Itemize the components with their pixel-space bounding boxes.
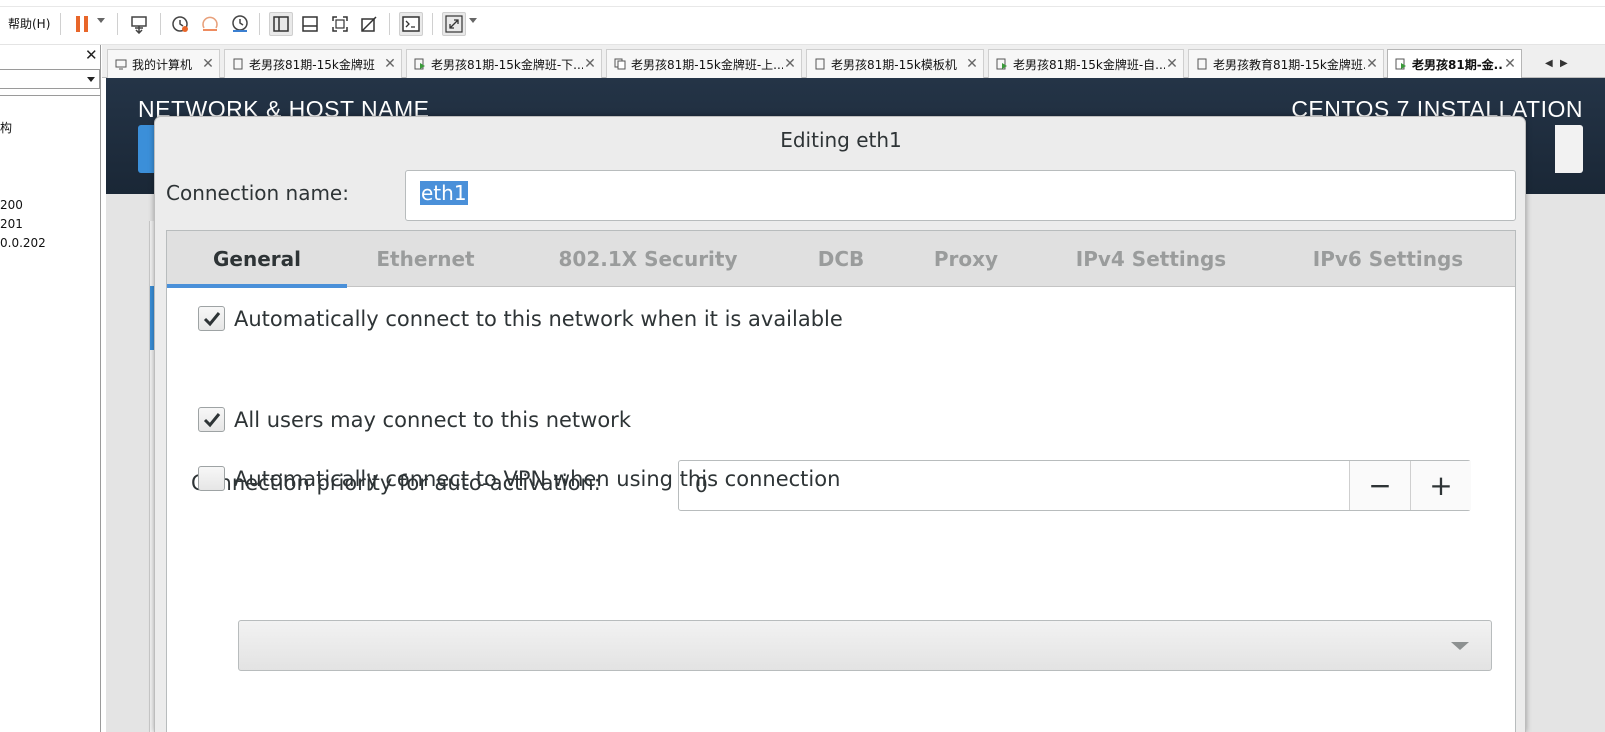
library-filter-combo[interactable] <box>0 69 100 89</box>
toolbar-separator <box>117 13 118 35</box>
close-tab-icon[interactable]: ✕ <box>201 56 215 72</box>
vm-tab-strip: 我的计算机 ✕ 老男孩81期-15k金牌班 ✕ 老男孩81期-15k金牌班-下.… <box>102 45 1605 78</box>
vpn-checkbox[interactable] <box>198 466 225 491</box>
revert-snapshot-icon[interactable] <box>198 12 222 36</box>
computer-icon <box>115 58 127 70</box>
toolbar-separator <box>259 13 260 35</box>
tab-general[interactable]: General <box>167 231 347 288</box>
stretch-guest-icon[interactable] <box>442 12 466 36</box>
auto-connect-checkbox[interactable] <box>198 306 225 331</box>
full-screen-icon[interactable] <box>328 12 352 36</box>
tab-my-computer[interactable]: 我的计算机 ✕ <box>107 49 220 78</box>
chevron-down-icon <box>1451 642 1469 650</box>
vm-running-icon <box>1395 58 1407 70</box>
toolbar-separator <box>60 13 61 35</box>
connection-name-value: eth1 <box>420 181 468 205</box>
console-view-icon[interactable] <box>399 12 423 36</box>
show-library-icon[interactable] <box>269 12 293 36</box>
tab-label: 老男孩81期-15k金牌班-下... <box>431 57 583 72</box>
tab-ethernet[interactable]: Ethernet <box>347 231 504 287</box>
tab-8021x-security[interactable]: 802.1X Security <box>504 231 792 287</box>
close-tab-icon[interactable]: ✕ <box>1503 56 1517 72</box>
checkmark-icon <box>203 412 220 427</box>
power-dropdown-caret-icon[interactable] <box>97 18 105 23</box>
vm-clone-icon <box>614 58 626 70</box>
close-tab-icon[interactable]: ✕ <box>1165 56 1179 72</box>
close-tab-icon[interactable]: ✕ <box>965 56 979 72</box>
snapshot-manager-icon[interactable] <box>228 12 252 36</box>
library-panel: ✕ 构 200 201 0.0.202 <box>0 45 101 732</box>
tab-label: 老男孩81期-15k金牌班-自... <box>1013 57 1165 72</box>
increment-button[interactable]: + <box>1410 461 1471 510</box>
keyboard-layout-button[interactable] <box>1555 125 1583 173</box>
dialog-title: Editing eth1 <box>780 128 902 152</box>
tree-item[interactable]: 200 <box>0 198 23 212</box>
vm-icon <box>232 58 244 70</box>
close-library-icon[interactable]: ✕ <box>85 47 98 63</box>
tab-ipv4-settings[interactable]: IPv4 Settings <box>1042 231 1260 287</box>
tab-label: 我的计算机 <box>132 57 193 72</box>
close-tab-icon[interactable]: ✕ <box>1365 56 1379 72</box>
help-menu[interactable]: 帮助(H) <box>8 15 50 32</box>
close-tab-icon[interactable]: ✕ <box>383 56 397 72</box>
tab-label: 老男孩81期-15k金牌班-上... <box>631 57 783 72</box>
tab-vm[interactable]: 老男孩81期-15k模板机 ✕ <box>806 49 984 78</box>
connection-name-input[interactable]: eth1 <box>405 170 1516 221</box>
snapshot-icon[interactable] <box>168 12 192 36</box>
tab-vm[interactable]: 老男孩81期-15k金牌班-上... ✕ <box>606 49 802 78</box>
library-tree: 构 200 201 0.0.202 <box>0 95 100 732</box>
tab-label: 老男孩教育81期-15k金牌班... <box>1213 57 1365 72</box>
vpn-label: Automatically connect to VPN when using … <box>234 466 841 491</box>
all-users-row: All users may connect to this network <box>198 407 631 432</box>
vpn-connection-combo[interactable] <box>238 620 1492 671</box>
tree-item[interactable]: 构 <box>0 119 12 136</box>
toolbar-separator <box>432 13 433 35</box>
tab-scroll-left-icon[interactable]: ◀ <box>1545 58 1553 69</box>
tab-vm[interactable]: 老男孩81期-15k金牌班-自... ✕ <box>988 49 1184 78</box>
close-tab-icon[interactable]: ✕ <box>583 56 597 72</box>
tab-label: 老男孩81期-15k模板机 <box>831 57 957 72</box>
auto-connect-row: Automatically connect to this network wh… <box>198 306 843 331</box>
tab-vm[interactable]: 老男孩81期-15k金牌班-下... ✕ <box>406 49 602 78</box>
toolbar-separator <box>389 13 390 35</box>
tab-proxy[interactable]: Proxy <box>890 231 1042 287</box>
checkmark-icon <box>203 311 220 326</box>
stretch-dropdown-caret-icon[interactable] <box>469 18 477 23</box>
settings-tab-bar: General Ethernet 802.1X Security DCB Pro… <box>167 231 1516 288</box>
tab-scroll-right-icon[interactable]: ▶ <box>1560 58 1568 69</box>
vmware-toolbar: 帮助(H) <box>0 0 1605 45</box>
tab-dcb[interactable]: DCB <box>792 231 890 287</box>
tab-label: 老男孩81期-金... <box>1412 57 1503 72</box>
connection-name-label: Connection name: <box>166 181 349 205</box>
send-ctrl-alt-del-icon[interactable] <box>127 12 151 36</box>
chevron-down-icon <box>87 77 95 82</box>
all-users-checkbox[interactable] <box>198 407 225 432</box>
decrement-button[interactable]: − <box>1349 461 1410 510</box>
auto-connect-label: Automatically connect to this network wh… <box>234 306 843 331</box>
tab-label: 老男孩81期-15k金牌班 <box>249 57 375 72</box>
pause-icon[interactable] <box>70 12 94 36</box>
tree-item[interactable]: 0.0.202 <box>0 236 46 250</box>
menu-divider <box>0 6 1605 7</box>
all-users-label: All users may connect to this network <box>234 407 631 432</box>
unity-icon[interactable] <box>357 12 381 36</box>
vm-running-icon <box>414 58 426 70</box>
tree-item[interactable]: 201 <box>0 217 23 231</box>
vm-icon <box>1196 58 1208 70</box>
settings-notebook: General Ethernet 802.1X Security DCB Pro… <box>166 230 1516 732</box>
close-tab-icon[interactable]: ✕ <box>783 56 797 72</box>
vm-icon <box>814 58 826 70</box>
editing-connection-dialog: Editing eth1 Connection name: eth1 Gener… <box>154 116 1526 732</box>
thumbnail-bar-icon[interactable] <box>298 12 322 36</box>
tab-vm[interactable]: 老男孩教育81期-15k金牌班... ✕ <box>1188 49 1384 78</box>
vm-running-icon <box>996 58 1008 70</box>
tab-vm[interactable]: 老男孩81期-15k金牌班 ✕ <box>224 49 402 78</box>
tab-vm-active[interactable]: 老男孩81期-金... ✕ <box>1387 49 1522 78</box>
vpn-row: Automatically connect to VPN when using … <box>198 466 840 491</box>
tab-ipv6-settings[interactable]: IPv6 Settings <box>1260 231 1516 287</box>
toolbar-separator <box>160 13 161 35</box>
vmware-window: 帮助(H) ✕ 构 200 201 0.0.202 我的计算机 ✕ 老男孩81期… <box>0 0 1605 732</box>
